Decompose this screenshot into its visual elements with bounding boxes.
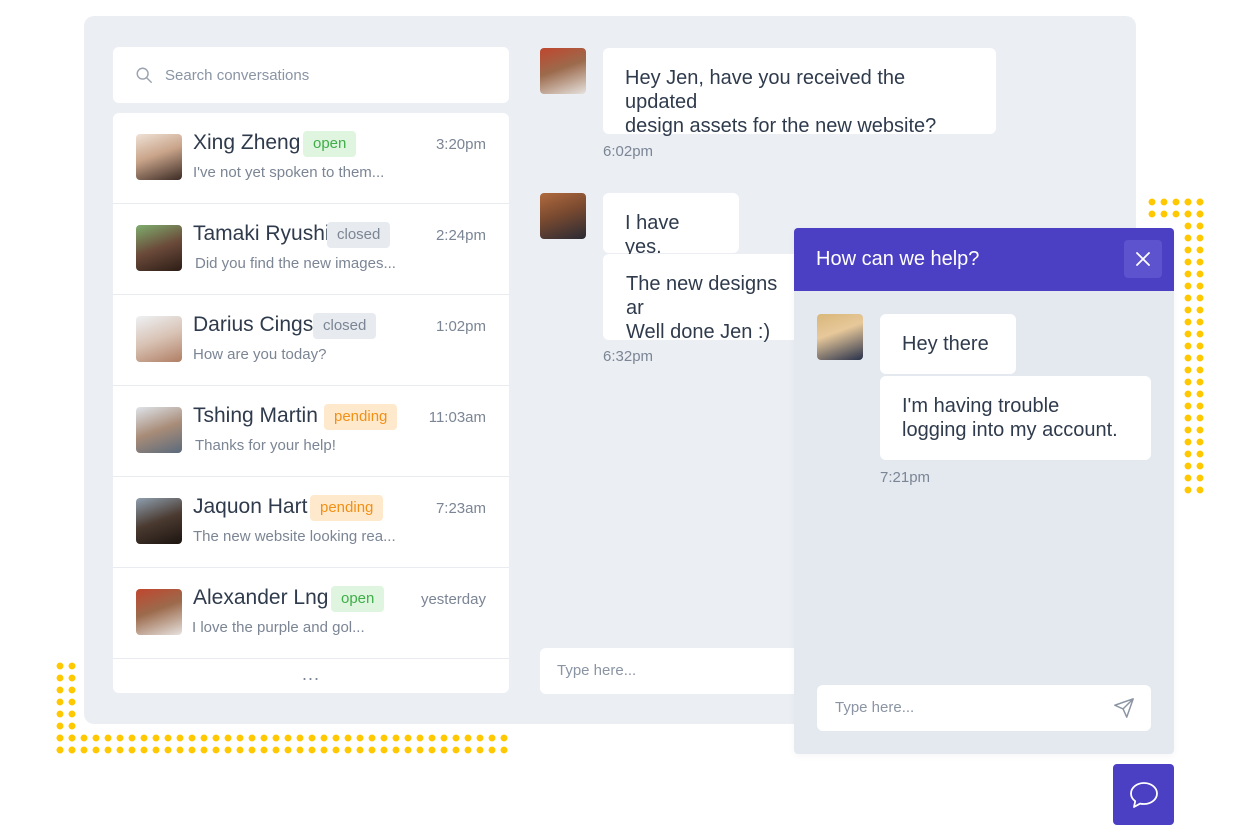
message-text: I have yes. [625,212,680,258]
close-button[interactable] [1124,240,1162,278]
contact-name: Tamaki Ryushi [193,222,330,245]
message-text: logging into my account. [902,419,1118,441]
conversation-item[interactable]: Tamaki Ryushi closed 2:24pm Did you find… [113,204,509,295]
status-badge: closed [327,222,391,248]
input-placeholder: Type here... [835,699,915,716]
chat-bubble-icon [1129,781,1158,808]
message-preview: I love the purple and gol... [192,619,365,636]
widget-header: How can we help? [794,228,1174,291]
conversation-list: Xing Zheng open 3:20pm I've not yet spok… [113,113,509,693]
message-bubble: Hey there [880,314,1016,374]
message-preview: How are you today? [193,346,327,363]
search-icon [136,67,152,83]
chat-widget: How can we help? Hey there I'm having tr… [794,228,1174,754]
avatar [540,193,586,239]
conversation-item[interactable]: Alexander Lng open yesterday I love the … [113,568,509,659]
search-input[interactable]: Search conversations [165,67,309,84]
dot-pattern-decoration [1182,196,1206,496]
message-text: design assets for the new website? [625,115,937,137]
message-time: 7:21pm [880,469,931,486]
status-badge: open [303,131,357,157]
message-input[interactable]: Type here... [540,648,810,694]
avatar [136,498,182,544]
message-time: 11:03am [428,409,486,426]
status-badge: pending [324,404,398,430]
status-badge: closed [313,313,377,339]
avatar [136,316,182,362]
contact-name: Tshing Martin [193,404,318,427]
message-preview: Did you find the new images... [195,255,396,272]
avatar [136,589,182,635]
contact-name: Xing Zheng [193,131,301,154]
message-time: yesterday [420,591,486,608]
message-text: Hey there [902,333,989,355]
conversation-item[interactable]: Darius Cings closed 1:02pm How are you t… [113,295,509,386]
dot-pattern-decoration [54,732,510,756]
message-text: I'm having trouble [902,395,1060,417]
contact-name: Alexander Lng [193,586,329,609]
avatar [136,134,182,180]
message-preview: I've not yet spoken to them... [193,164,385,181]
avatar [817,314,863,360]
conversation-item[interactable]: Tshing Martin pending 11:03am Thanks for… [113,386,509,477]
search-bar[interactable]: Search conversations [113,47,509,103]
avatar [136,225,182,271]
message-bubble: I have yes. [603,193,739,258]
contact-name: Jaquon Hart [193,495,308,518]
status-badge: open [331,586,385,612]
chat-launcher-button[interactable] [1113,764,1174,825]
send-icon[interactable] [1113,697,1135,719]
close-icon [1136,252,1150,266]
message-time: 3:20pm [435,136,486,153]
message-time: 2:24pm [435,227,486,244]
message-bubble: I'm having trouble logging into my accou… [880,376,1151,460]
widget-message-input[interactable]: Type here... [817,685,1151,731]
message-text: The new designs ar [626,273,778,319]
message-text: Well done Jen :) [626,321,771,343]
avatar [540,48,586,94]
message-bubble: The new designs ar Well done Jen :) [603,254,813,343]
avatar [136,407,182,453]
conversation-item[interactable]: Xing Zheng open 3:20pm I've not yet spok… [113,113,509,204]
conversation-item[interactable]: Jaquon Hart pending 7:23am The new websi… [113,477,509,568]
message-time: 1:02pm [435,318,486,335]
contact-name: Darius Cings [193,313,314,336]
message-text: Hey Jen, have you received the updated [625,67,906,113]
message-preview: The new website looking rea... [193,528,396,545]
message-preview: Thanks for your help! [195,437,336,454]
message-time: 7:23am [435,500,486,517]
more-button[interactable]: ... [113,659,509,689]
message-bubble: Hey Jen, have you received the updated d… [603,48,996,137]
status-badge: pending [310,495,384,521]
widget-title: How can we help? [816,248,980,270]
message-time: 6:32pm [603,348,654,365]
message-time: 6:02pm [603,143,654,160]
